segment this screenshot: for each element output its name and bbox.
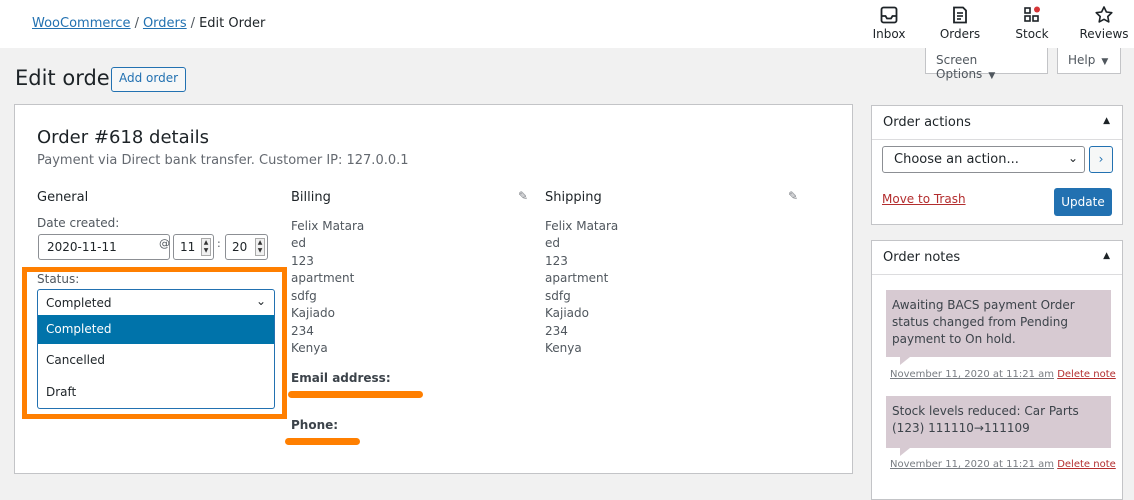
- status-option-cancelled[interactable]: Cancelled: [38, 346, 274, 375]
- order-heading: Order #618 details: [37, 127, 210, 148]
- update-button[interactable]: Update: [1054, 188, 1112, 216]
- minute-value: 20: [232, 240, 248, 254]
- toolbar-orders-label: Orders: [939, 27, 981, 41]
- apply-action-button[interactable]: ›: [1089, 146, 1113, 173]
- star-icon: [1095, 6, 1113, 23]
- order-action-value: Choose an action...: [894, 152, 1019, 167]
- hour-value: 11: [180, 240, 196, 254]
- spinner-icon[interactable]: ▲ ▼: [255, 238, 265, 256]
- toolbar-orders[interactable]: Orders: [930, 5, 990, 41]
- note-meta: November 11, 2020 at 11:21 am Delete not…: [890, 369, 1116, 380]
- billing-line: Felix Matara: [291, 219, 365, 233]
- breadcrumb-orders-link[interactable]: Orders: [143, 16, 187, 31]
- status-label: Status:: [37, 272, 80, 286]
- status-select[interactable]: Completed ⌄: [37, 289, 275, 316]
- toolbar-inbox[interactable]: Inbox: [859, 5, 919, 41]
- screen-options-button[interactable]: Screen Options ▼: [925, 48, 1048, 81]
- edit-billing-pencil-icon[interactable]: ✎: [518, 189, 528, 203]
- note-tail: [900, 357, 910, 365]
- status-option-completed[interactable]: Completed: [38, 315, 274, 344]
- order-note: Awaiting BACS payment Order status chang…: [886, 290, 1111, 357]
- inbox-icon: [880, 6, 898, 24]
- orders-icon: [953, 6, 967, 24]
- date-created-input[interactable]: 2020-11-11: [38, 234, 170, 260]
- spinner-icon[interactable]: ▲ ▼: [201, 238, 211, 256]
- shipping-line: 234: [545, 324, 568, 338]
- status-selected-value: Completed: [46, 296, 112, 310]
- chevron-down-icon: ⌄: [255, 294, 266, 308]
- billing-heading: Billing: [291, 190, 331, 205]
- phone-label: Phone:: [291, 418, 339, 432]
- billing-line: 123: [291, 254, 314, 268]
- date-created-label: Date created:: [37, 216, 120, 230]
- status-option-draft[interactable]: Draft: [38, 378, 274, 407]
- help-label: Help: [1068, 53, 1096, 67]
- add-order-button[interactable]: Add order: [111, 67, 187, 92]
- order-note: Stock levels reduced: Car Parts (123) 11…: [886, 396, 1111, 448]
- shipping-line: sdfg: [545, 289, 571, 303]
- note-date: November 11, 2020 at 11:21 am: [890, 369, 1055, 380]
- collapse-caret-icon[interactable]: ▲: [1103, 116, 1110, 126]
- order-actions-panel: Order actions ▲ Choose an action... ⌄ › …: [871, 105, 1123, 225]
- billing-line: Kenya: [291, 341, 328, 355]
- delete-note-link[interactable]: Delete note: [1057, 369, 1116, 380]
- stock-icon: [1024, 6, 1040, 22]
- shipping-line: Kenya: [545, 341, 582, 355]
- note-tail: [900, 448, 910, 456]
- hour-input[interactable]: 11 ▲ ▼: [173, 234, 214, 260]
- screen-options-label: Screen Options: [936, 53, 983, 81]
- shipping-line: ed: [545, 236, 560, 250]
- order-action-select[interactable]: Choose an action... ⌄: [882, 146, 1085, 173]
- at-symbol: @: [159, 237, 170, 250]
- page-title: Edit order: [15, 66, 119, 90]
- order-actions-heading: Order actions: [883, 115, 971, 130]
- delete-note-link[interactable]: Delete note: [1057, 459, 1116, 470]
- edit-shipping-pencil-icon[interactable]: ✎: [788, 189, 798, 203]
- order-actions-header[interactable]: Order actions ▲: [872, 106, 1122, 140]
- order-notes-panel: Order notes ▲ Awaiting BACS payment Orde…: [871, 240, 1123, 500]
- breadcrumb-separator: /: [134, 16, 139, 31]
- phone-redaction: [285, 438, 360, 445]
- email-redaction: [288, 391, 423, 398]
- general-heading: General: [37, 190, 89, 205]
- top-bar: WooCommerce / Orders / Edit Order Inbox Orde…: [0, 0, 1134, 48]
- collapse-caret-icon[interactable]: ▲: [1103, 251, 1110, 261]
- time-colon: :: [217, 237, 221, 250]
- chevron-down-icon: ⌄: [1067, 151, 1078, 165]
- note-meta: November 11, 2020 at 11:21 am Delete not…: [890, 459, 1116, 470]
- shipping-heading: Shipping: [545, 190, 602, 205]
- breadcrumb-separator: /: [190, 16, 196, 31]
- order-subtitle: Payment via Direct bank transfer. Custom…: [37, 153, 409, 168]
- email-address-label: Email address:: [291, 371, 391, 385]
- order-notes-header[interactable]: Order notes ▲: [872, 241, 1122, 275]
- move-to-trash-link[interactable]: Move to Trash: [882, 192, 966, 206]
- billing-line: sdfg: [291, 289, 317, 303]
- minute-input[interactable]: 20 ▲ ▼: [225, 234, 268, 260]
- toolbar-reviews[interactable]: Reviews: [1074, 5, 1134, 41]
- toolbar-reviews-label: Reviews: [1079, 27, 1129, 41]
- note-date: November 11, 2020 at 11:21 am: [890, 459, 1055, 470]
- status-options-list: Completed Cancelled Draft: [37, 315, 275, 409]
- shipping-line: Felix Matara: [545, 219, 619, 233]
- breadcrumb: WooCommerce / Orders / Edit Order: [32, 16, 265, 31]
- chevron-right-icon: ›: [1098, 152, 1104, 166]
- caret-down-icon: ▼: [1101, 57, 1109, 67]
- breadcrumb-woocommerce-link[interactable]: WooCommerce: [32, 16, 131, 31]
- caret-down-icon: ▼: [988, 71, 996, 81]
- shipping-line: Kajiado: [545, 306, 589, 320]
- shipping-line: 123: [545, 254, 568, 268]
- billing-line: 234: [291, 324, 314, 338]
- billing-line: ed: [291, 236, 306, 250]
- billing-line: Kajiado: [291, 306, 335, 320]
- toolbar-stock[interactable]: Stock: [1002, 5, 1062, 41]
- help-button[interactable]: Help ▼: [1057, 48, 1121, 74]
- shipping-line: apartment: [545, 271, 609, 285]
- toolbar-stock-label: Stock: [1015, 27, 1049, 41]
- breadcrumb-current: Edit Order: [199, 16, 266, 31]
- toolbar-inbox-label: Inbox: [872, 27, 906, 41]
- order-notes-heading: Order notes: [883, 250, 961, 265]
- billing-line: apartment: [291, 271, 355, 285]
